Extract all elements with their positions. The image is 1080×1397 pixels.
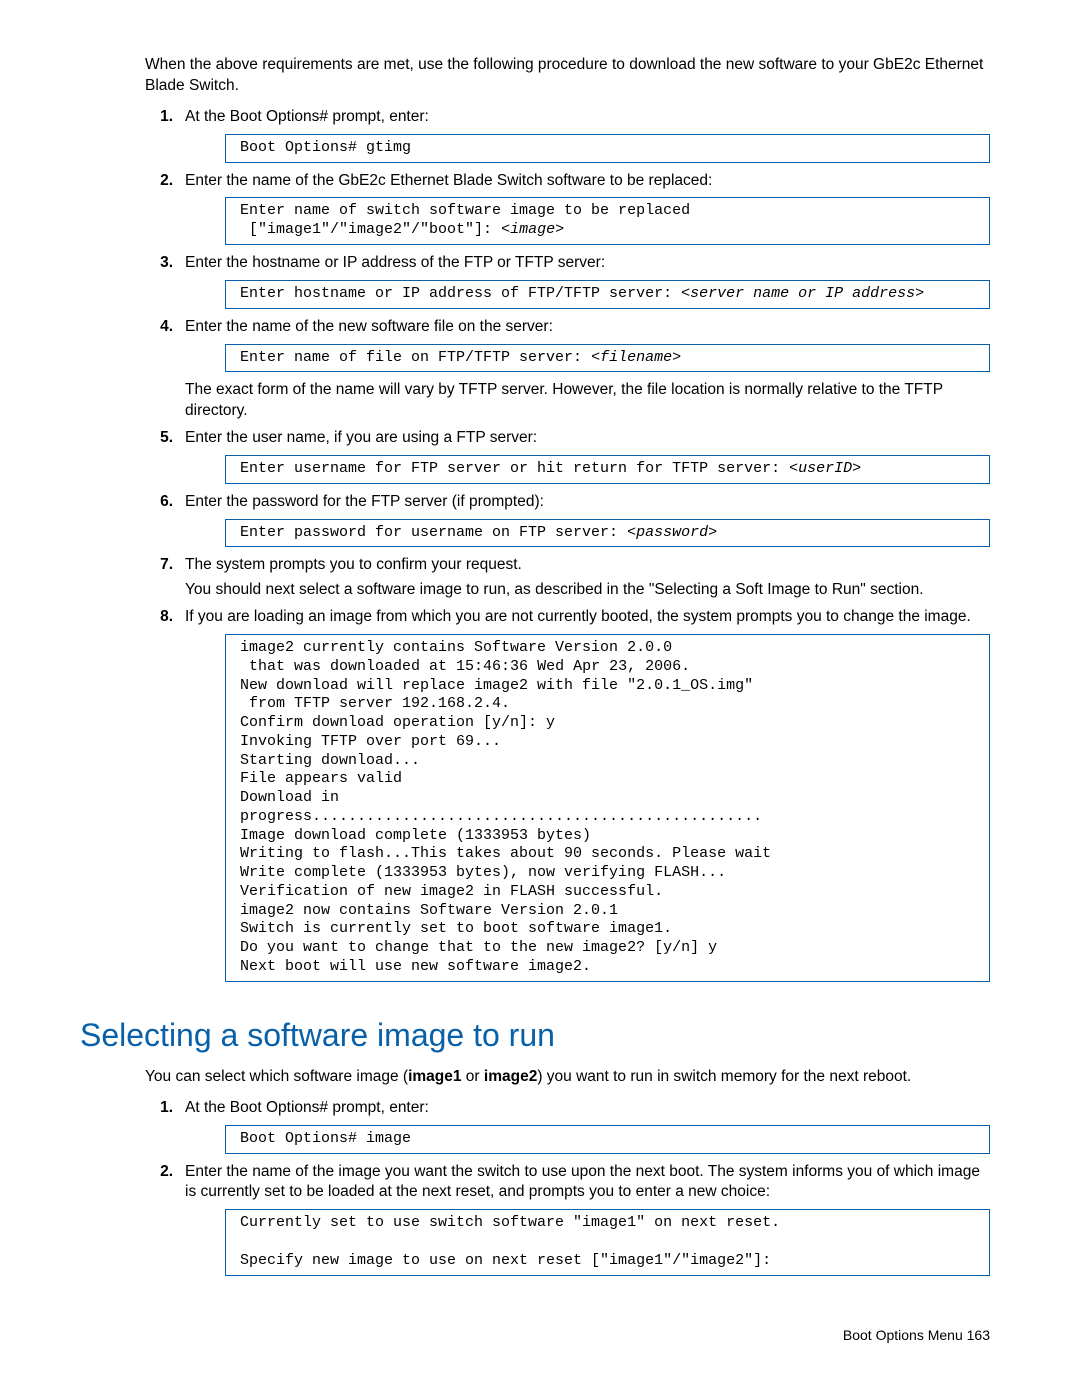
step-text: Enter the password for the FTP server (i… xyxy=(185,492,990,513)
step-b2: Enter the name of the image you want the… xyxy=(145,1162,990,1276)
step-text: If you are loading an image from which y… xyxy=(185,607,990,628)
code-block: Enter username for FTP server or hit ret… xyxy=(225,455,990,484)
step-text: Enter the user name, if you are using a … xyxy=(185,428,990,449)
step-4: Enter the name of the new software file … xyxy=(145,317,990,423)
section-heading: Selecting a software image to run xyxy=(80,1014,990,1057)
code-text: Enter username for FTP server or hit ret… xyxy=(240,460,789,477)
step-text: Enter the name of the new software file … xyxy=(185,317,990,338)
code-block: Enter hostname or IP address of FTP/TFTP… xyxy=(225,280,990,309)
code-placeholder: <password> xyxy=(627,524,717,541)
bold-image1: image1 xyxy=(408,1068,461,1085)
step-b1: At the Boot Options# prompt, enter: Boot… xyxy=(145,1098,990,1154)
step-text: At the Boot Options# prompt, enter: xyxy=(185,1098,990,1119)
code-placeholder: <filename> xyxy=(591,349,681,366)
step-note: The exact form of the name will vary by … xyxy=(185,380,990,422)
code-placeholder: <image> xyxy=(501,221,564,238)
procedure-select-image: At the Boot Options# prompt, enter: Boot… xyxy=(145,1098,990,1276)
intro-paragraph-2: You can select which software image (ima… xyxy=(145,1067,990,1088)
step-text: At the Boot Options# prompt, enter: xyxy=(185,107,990,128)
step-7: The system prompts you to confirm your r… xyxy=(145,555,990,601)
step-text: The system prompts you to confirm your r… xyxy=(185,555,990,576)
code-placeholder: <server name or IP address> xyxy=(681,285,924,302)
code-block: image2 currently contains Software Versi… xyxy=(225,634,990,982)
code-text: Enter name of switch software image to b… xyxy=(240,202,690,238)
text: ) you want to run in switch memory for t… xyxy=(537,1068,911,1085)
code-text: Enter name of file on FTP/TFTP server: xyxy=(240,349,591,366)
step-text: You should next select a software image … xyxy=(185,580,990,601)
code-block: Enter name of file on FTP/TFTP server: <… xyxy=(225,344,990,373)
code-text: Enter password for username on FTP serve… xyxy=(240,524,627,541)
page-footer: Boot Options Menu 163 xyxy=(80,1326,990,1345)
text: You can select which software image ( xyxy=(145,1068,408,1085)
step-5: Enter the user name, if you are using a … xyxy=(145,428,990,484)
procedure-download: At the Boot Options# prompt, enter: Boot… xyxy=(145,107,990,982)
bold-image2: image2 xyxy=(484,1068,537,1085)
code-block: Boot Options# image xyxy=(225,1125,990,1154)
step-text: Enter the name of the GbE2c Ethernet Bla… xyxy=(185,171,990,192)
code-block: Currently set to use switch software "im… xyxy=(225,1209,990,1275)
code-placeholder: <userID> xyxy=(789,460,861,477)
code-block: Boot Options# gtimg xyxy=(225,134,990,163)
step-1: At the Boot Options# prompt, enter: Boot… xyxy=(145,107,990,163)
step-6: Enter the password for the FTP server (i… xyxy=(145,492,990,548)
step-3: Enter the hostname or IP address of the … xyxy=(145,253,990,309)
code-block: Enter password for username on FTP serve… xyxy=(225,519,990,548)
code-text: Enter hostname or IP address of FTP/TFTP… xyxy=(240,285,681,302)
intro-paragraph: When the above requirements are met, use… xyxy=(145,55,990,97)
code-block: Enter name of switch software image to b… xyxy=(225,197,990,245)
step-8: If you are loading an image from which y… xyxy=(145,607,990,981)
step-2: Enter the name of the GbE2c Ethernet Bla… xyxy=(145,171,990,245)
step-text: Enter the hostname or IP address of the … xyxy=(185,253,990,274)
step-text: Enter the name of the image you want the… xyxy=(185,1162,990,1204)
text: or xyxy=(461,1068,483,1085)
